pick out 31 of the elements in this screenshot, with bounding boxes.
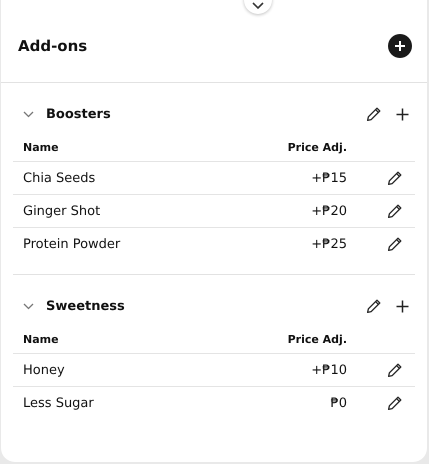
item-name: Less Sugar bbox=[22, 396, 95, 410]
pencil-icon bbox=[387, 170, 403, 186]
item-price: +₱25 bbox=[310, 236, 347, 252]
pencil-icon bbox=[387, 203, 403, 219]
pencil-icon bbox=[387, 395, 403, 411]
item-name: Chia Seeds bbox=[22, 170, 96, 186]
column-header: Price Adj. bbox=[286, 141, 347, 154]
add-button[interactable] bbox=[388, 34, 412, 58]
column-header: Price Adj. bbox=[286, 333, 347, 346]
item-name: Honey bbox=[22, 362, 66, 378]
chevron-icon bbox=[23, 110, 34, 118]
plus-icon bbox=[396, 300, 409, 312]
item-name: Protein Powder bbox=[22, 236, 122, 252]
group-title: Boosters bbox=[46, 106, 112, 122]
group-title: Sweetness bbox=[46, 298, 126, 314]
pencil-icon bbox=[366, 106, 382, 122]
plus-icon bbox=[396, 108, 409, 120]
pencil-icon bbox=[387, 362, 403, 378]
item-price: +₱10 bbox=[310, 362, 347, 378]
item-price: +₱15 bbox=[310, 170, 347, 186]
pencil-icon bbox=[366, 298, 382, 314]
chevron-icon bbox=[252, 2, 264, 10]
chevron-icon bbox=[23, 302, 34, 310]
panel-title: Add-ons bbox=[18, 36, 88, 55]
plus-icon bbox=[394, 40, 406, 52]
column-header: Name bbox=[22, 333, 60, 346]
column-header: Name bbox=[22, 141, 60, 154]
item-price: ₱0 bbox=[329, 396, 347, 410]
pencil-icon bbox=[387, 236, 403, 252]
item-price: +₱20 bbox=[310, 204, 347, 218]
item-name: Ginger Shot bbox=[22, 204, 102, 218]
